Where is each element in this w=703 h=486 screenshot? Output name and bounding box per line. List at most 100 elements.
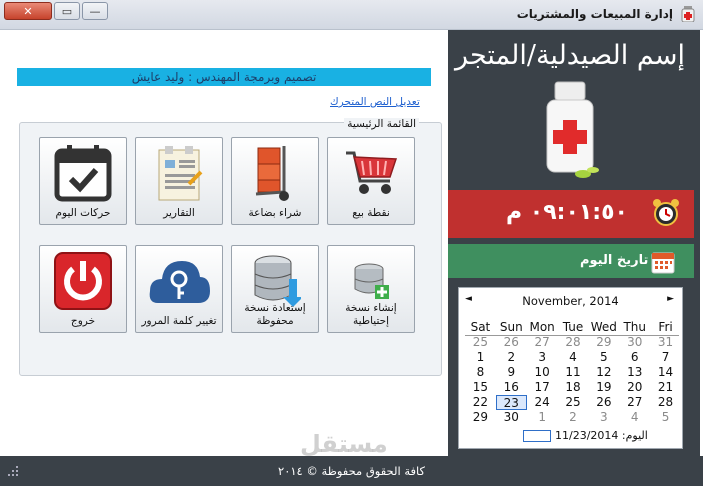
calendar-day[interactable]: 9 <box>496 365 527 380</box>
today-label: تاريخ اليوم <box>580 253 649 268</box>
calendar-header: ◄ November, 2014 ► <box>459 294 682 310</box>
purchase-label: شراء بضاعة <box>248 207 302 219</box>
create-backup-button[interactable]: إنشاء نسخة إحتياطية <box>327 245 415 333</box>
calendar-day[interactable]: 14 <box>650 365 681 380</box>
cart-icon <box>328 142 414 204</box>
calendar-day[interactable]: 25 <box>558 395 589 410</box>
window-controls: ✕ ▭ — <box>4 2 110 20</box>
store-name: إسم الصيدلية/المتجر <box>455 40 685 71</box>
clock-band: ٠٩:٠١:٥٠ م <box>448 190 694 238</box>
exit-label: خروج <box>70 315 96 327</box>
change-password-label: تغيير كلمة المرور <box>141 315 217 327</box>
calendar-day[interactable]: 5 <box>650 410 681 425</box>
calendar-day[interactable]: 28 <box>650 395 681 410</box>
calendar-day[interactable]: 30 <box>619 335 650 350</box>
daily-transactions-button[interactable]: حركات اليوم <box>39 137 127 225</box>
date-band: تاريخ اليوم <box>448 244 694 278</box>
exit-button[interactable]: خروج <box>39 245 127 333</box>
calendar-day[interactable]: 4 <box>619 410 650 425</box>
calendar-day-name: Tue <box>562 320 584 334</box>
calendar-grid: Sat Sun Mon Tue Wed Thu Fri 25 26 27 28 29 30 31 1 2 3 4 5… <box>465 320 681 425</box>
maximize-button[interactable]: ▭ <box>54 2 80 20</box>
window-title: إدارة المبيعات والمشتريات <box>516 7 673 21</box>
close-button[interactable]: ✕ <box>4 2 52 20</box>
calendar-day[interactable]: 21 <box>650 380 681 395</box>
calendar-day[interactable]: 3 <box>527 350 558 365</box>
calendar-day[interactable]: 26 <box>496 335 527 350</box>
pos-label: نقطة بيع <box>352 207 390 219</box>
calendar-day[interactable]: 15 <box>465 380 496 395</box>
create-backup-label: إنشاء نسخة إحتياطية <box>345 302 397 327</box>
calendar-day[interactable]: 25 <box>465 335 496 350</box>
copyright-text: كافة الحقوق محفوظة © ٢٠١٤ <box>278 464 425 478</box>
calendar-day[interactable]: 19 <box>588 380 619 395</box>
calendar-day[interactable]: 3 <box>588 410 619 425</box>
watermark: مستقل <box>300 430 388 458</box>
calendar-day[interactable]: 27 <box>619 395 650 410</box>
calendar-day[interactable]: 10 <box>527 365 558 380</box>
calendar-day-name: Sun <box>499 320 523 334</box>
minimize-button[interactable]: — <box>82 2 108 20</box>
app-icon <box>681 6 695 22</box>
calendar-month-label: November, 2014 <box>522 294 619 308</box>
hand-truck-icon <box>232 142 318 204</box>
calendar-day[interactable]: 6 <box>619 350 650 365</box>
today-marker <box>523 429 551 442</box>
calendar-day-name: Mon <box>529 320 555 334</box>
info-panel: إسم الصيدلية/المتجر ٠٩:٠١:٥٠ م تاريخ الي… <box>448 30 700 456</box>
power-icon <box>40 250 126 312</box>
restore-backup-button[interactable]: إستعادة نسخة محفوظة <box>231 245 319 333</box>
key-cloud-icon <box>136 250 222 312</box>
calendar-day[interactable]: 18 <box>558 380 589 395</box>
calendar-day[interactable]: 20 <box>619 380 650 395</box>
calendar-day[interactable]: 2 <box>496 350 527 365</box>
calendar-day[interactable]: 30 <box>496 410 527 425</box>
marquee-banner: تصميم وبرمجة المهندس : وليد عايش <box>17 68 431 86</box>
main-menu-legend: القائمة الرئيسية <box>344 118 419 130</box>
calendar-day[interactable]: 4 <box>558 350 589 365</box>
calendar-day[interactable]: 7 <box>650 350 681 365</box>
pos-button[interactable]: نقطة بيع <box>327 137 415 225</box>
calendar-day[interactable]: 5 <box>588 350 619 365</box>
calendar-day[interactable]: 16 <box>496 380 527 395</box>
calendar-check-icon <box>40 142 126 204</box>
calendar-day[interactable]: 24 <box>527 395 558 410</box>
month-calendar[interactable]: ◄ November, 2014 ► Sat Sun Mon Tue Wed Thu Fri… <box>458 287 683 449</box>
calendar-day-name: Wed <box>590 320 617 334</box>
calendar-day[interactable]: 28 <box>558 335 589 350</box>
calendar-day[interactable]: 12 <box>588 365 619 380</box>
calendar-day[interactable]: 23 <box>495 395 527 410</box>
calendar-day[interactable]: 13 <box>619 365 650 380</box>
calendar-day[interactable]: 31 <box>650 335 681 350</box>
status-bar: كافة الحقوق محفوظة © ٢٠١٤ <box>0 456 703 486</box>
calendar-day[interactable]: 11 <box>558 365 589 380</box>
calendar-day[interactable]: 22 <box>465 395 496 410</box>
title-bar: ✕ ▭ — إدارة المبيعات والمشتريات <box>0 0 703 30</box>
calendar-day[interactable]: 29 <box>465 410 496 425</box>
restore-backup-label: إستعادة نسخة محفوظة <box>244 302 306 327</box>
calendar-day[interactable]: 27 <box>527 335 558 350</box>
purchase-button[interactable]: شراء بضاعة <box>231 137 319 225</box>
calendar-day[interactable]: 17 <box>527 380 558 395</box>
calendar-day[interactable]: 8 <box>465 365 496 380</box>
calendar-day[interactable]: 29 <box>588 335 619 350</box>
calendar-day-name: Fri <box>658 320 673 334</box>
reports-button[interactable]: التقارير <box>135 137 223 225</box>
calendar-day[interactable]: 1 <box>527 410 558 425</box>
next-month-arrow-icon[interactable]: ► <box>667 294 674 304</box>
edit-marquee-link[interactable]: تعديل النص المتحرك <box>330 96 420 108</box>
medicine-bottle-icon <box>546 81 599 178</box>
calendar-day[interactable]: 26 <box>588 395 619 410</box>
calendar-day[interactable]: 2 <box>558 410 589 425</box>
calendar-day[interactable]: 1 <box>465 350 496 365</box>
calendar-day-name: Thu <box>623 320 646 334</box>
alarm-clock-icon <box>653 199 679 226</box>
calendar-today-footer[interactable]: اليوم: 11/23/2014 <box>523 429 648 442</box>
change-password-button[interactable]: تغيير كلمة المرور <box>135 245 223 333</box>
calendar-today-text: اليوم: 11/23/2014 <box>555 429 648 442</box>
clock-time: ٠٩:٠١:٥٠ م <box>506 200 628 225</box>
daily-transactions-label: حركات اليوم <box>55 207 111 219</box>
main-menu-group: القائمة الرئيسية نقطة بيع شراء بضاعة الت… <box>19 118 442 376</box>
calendar-icon <box>651 252 675 274</box>
calendar-day-name: Sat <box>470 320 491 334</box>
